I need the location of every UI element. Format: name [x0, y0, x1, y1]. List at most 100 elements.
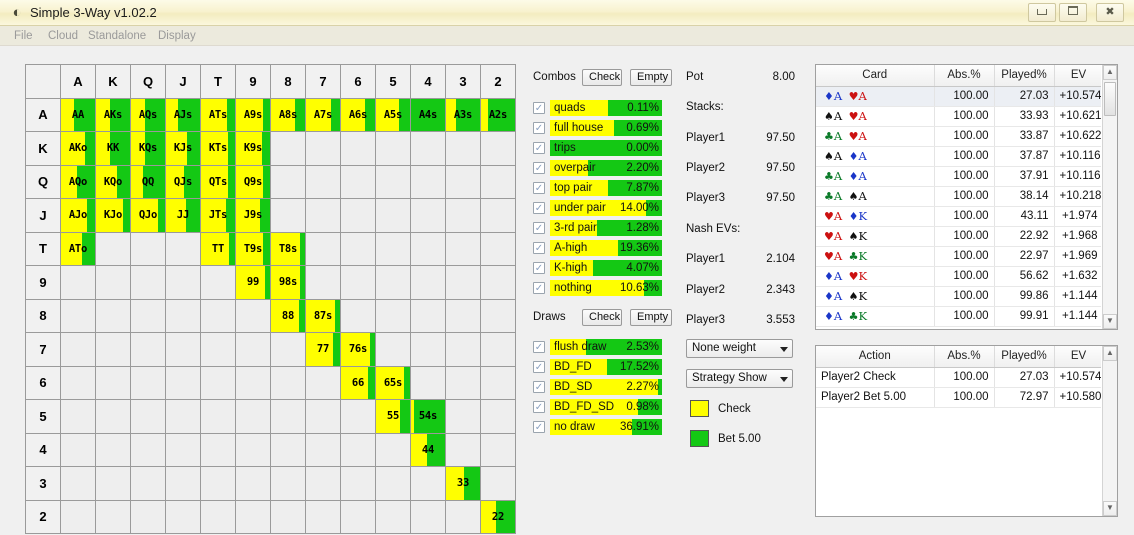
matrix-cell-empty[interactable]: [235, 365, 271, 400]
matrix-cell-empty[interactable]: [340, 466, 376, 501]
matrix-cell-empty[interactable]: [480, 298, 516, 333]
matrix-cell-empty[interactable]: [130, 365, 166, 400]
matrix-cell-empty[interactable]: [340, 499, 376, 534]
matrix-cell-K9s[interactable]: K9s: [235, 131, 271, 166]
matrix-col-header-J[interactable]: J: [165, 64, 201, 99]
card-table-row[interactable]: ♠A ♥A 100.00 33.93 +10.621: [816, 106, 1101, 127]
matrix-cell-Q9s[interactable]: Q9s: [235, 164, 271, 199]
matrix-cell-empty[interactable]: [165, 432, 201, 467]
weight-select[interactable]: None weight: [686, 339, 793, 358]
matrix-cell-empty[interactable]: [305, 198, 341, 233]
matrix-cell-empty[interactable]: [410, 231, 446, 266]
matrix-cell-JJ[interactable]: JJ: [165, 198, 201, 233]
matrix-cell-empty[interactable]: [480, 466, 516, 501]
card-table-row[interactable]: ♣A ♥A 100.00 33.87 +10.622: [816, 126, 1101, 147]
matrix-cell-empty[interactable]: [60, 432, 96, 467]
matrix-cell-A2s[interactable]: A2s: [480, 97, 516, 132]
combos-check-button[interactable]: Check: [582, 69, 622, 86]
matrix-cell-empty[interactable]: [60, 265, 96, 300]
combos-checkbox[interactable]: ✓: [533, 262, 545, 274]
matrix-cell-44[interactable]: 44: [410, 432, 446, 467]
matrix-cell-empty[interactable]: [235, 432, 271, 467]
draws-bar[interactable]: flush draw 2.53%: [550, 339, 662, 355]
matrix-cell-empty[interactable]: [305, 399, 341, 434]
matrix-cell-empty[interactable]: [60, 499, 96, 534]
matrix-cell-empty[interactable]: [270, 399, 306, 434]
matrix-cell-KJo[interactable]: KJo: [95, 198, 131, 233]
matrix-cell-empty[interactable]: [200, 399, 236, 434]
matrix-cell-empty[interactable]: [95, 332, 131, 367]
combos-bar[interactable]: full house 0.69%: [550, 120, 662, 136]
matrix-cell-empty[interactable]: [480, 399, 516, 434]
matrix-row-header-J[interactable]: J: [25, 198, 61, 233]
matrix-cell-empty[interactable]: [200, 499, 236, 534]
matrix-col-header-3[interactable]: 3: [445, 64, 481, 99]
matrix-cell-empty[interactable]: [375, 432, 411, 467]
matrix-cell-66[interactable]: 66: [340, 365, 376, 400]
matrix-cell-empty[interactable]: [375, 265, 411, 300]
matrix-cell-77[interactable]: 77: [305, 332, 341, 367]
matrix-cell-empty[interactable]: [340, 231, 376, 266]
matrix-cell-55[interactable]: 55: [375, 399, 411, 434]
matrix-cell-empty[interactable]: [480, 332, 516, 367]
draws-bar[interactable]: BD_FD_SD 0.98%: [550, 399, 662, 415]
matrix-cell-empty[interactable]: [270, 332, 306, 367]
matrix-col-header-K[interactable]: K: [95, 64, 131, 99]
matrix-row-header-8[interactable]: 8: [25, 298, 61, 333]
matrix-cell-KK[interactable]: KK: [95, 131, 131, 166]
strategy-select[interactable]: Strategy Show: [686, 369, 793, 388]
matrix-cell-empty[interactable]: [270, 365, 306, 400]
matrix-cell-empty[interactable]: [375, 198, 411, 233]
matrix-cell-empty[interactable]: [130, 499, 166, 534]
matrix-cell-empty[interactable]: [305, 164, 341, 199]
matrix-cell-A5s[interactable]: A5s: [375, 97, 411, 132]
matrix-cell-empty[interactable]: [235, 399, 271, 434]
matrix-cell-A7s[interactable]: A7s: [305, 97, 341, 132]
matrix-col-header-T[interactable]: T: [200, 64, 236, 99]
matrix-cell-empty[interactable]: [375, 499, 411, 534]
matrix-cell-empty[interactable]: [410, 298, 446, 333]
matrix-col-header-Q[interactable]: Q: [130, 64, 166, 99]
scroll-up-icon[interactable]: ▲: [1103, 346, 1117, 361]
matrix-cell-A3s[interactable]: A3s: [445, 97, 481, 132]
scroll-up-icon[interactable]: ▲: [1103, 65, 1117, 80]
draws-empty-button[interactable]: Empty: [630, 309, 672, 326]
draws-checkbox[interactable]: ✓: [533, 381, 545, 393]
matrix-cell-AJs[interactable]: AJs: [165, 97, 201, 132]
matrix-cell-33[interactable]: 33: [445, 466, 481, 501]
matrix-col-header-A[interactable]: A: [60, 64, 96, 99]
matrix-row-header-6[interactable]: 6: [25, 365, 61, 400]
matrix-cell-empty[interactable]: [235, 298, 271, 333]
matrix-cell-empty[interactable]: [235, 332, 271, 367]
close-button[interactable]: ✖: [1096, 3, 1124, 22]
combos-bar[interactable]: under pair 14.00%: [550, 200, 662, 216]
matrix-cell-99[interactable]: 99: [235, 265, 271, 300]
action-table[interactable]: Action Abs.% Played% EV Player2 Check 100…: [816, 346, 1101, 408]
scroll-thumb[interactable]: [1104, 82, 1116, 116]
matrix-cell-empty[interactable]: [130, 332, 166, 367]
combos-bar[interactable]: 3-rd pair 1.28%: [550, 220, 662, 236]
matrix-cell-65s[interactable]: 65s: [375, 365, 411, 400]
combos-bar[interactable]: K-high 4.07%: [550, 260, 662, 276]
matrix-cell-empty[interactable]: [165, 365, 201, 400]
matrix-cell-empty[interactable]: [60, 466, 96, 501]
matrix-cell-KTs[interactable]: KTs: [200, 131, 236, 166]
matrix-cell-empty[interactable]: [305, 231, 341, 266]
matrix-cell-A6s[interactable]: A6s: [340, 97, 376, 132]
matrix-cell-empty[interactable]: [60, 365, 96, 400]
matrix-cell-empty[interactable]: [410, 332, 446, 367]
matrix-cell-empty[interactable]: [375, 131, 411, 166]
matrix-cell-T9s[interactable]: T9s: [235, 231, 271, 266]
matrix-cell-KQo[interactable]: KQo: [95, 164, 131, 199]
menu-item-cloud[interactable]: Cloud: [44, 29, 82, 44]
matrix-cell-QQ[interactable]: QQ: [130, 164, 166, 199]
action-table-header-abs[interactable]: Abs.%: [934, 346, 995, 368]
matrix-cell-empty[interactable]: [130, 265, 166, 300]
matrix-cell-empty[interactable]: [95, 432, 131, 467]
combos-checkbox[interactable]: ✓: [533, 182, 545, 194]
matrix-cell-QJo[interactable]: QJo: [130, 198, 166, 233]
menu-item-standalone[interactable]: Standalone: [84, 29, 150, 44]
matrix-cell-empty[interactable]: [480, 365, 516, 400]
matrix-cell-empty[interactable]: [270, 131, 306, 166]
matrix-cell-QJs[interactable]: QJs: [165, 164, 201, 199]
